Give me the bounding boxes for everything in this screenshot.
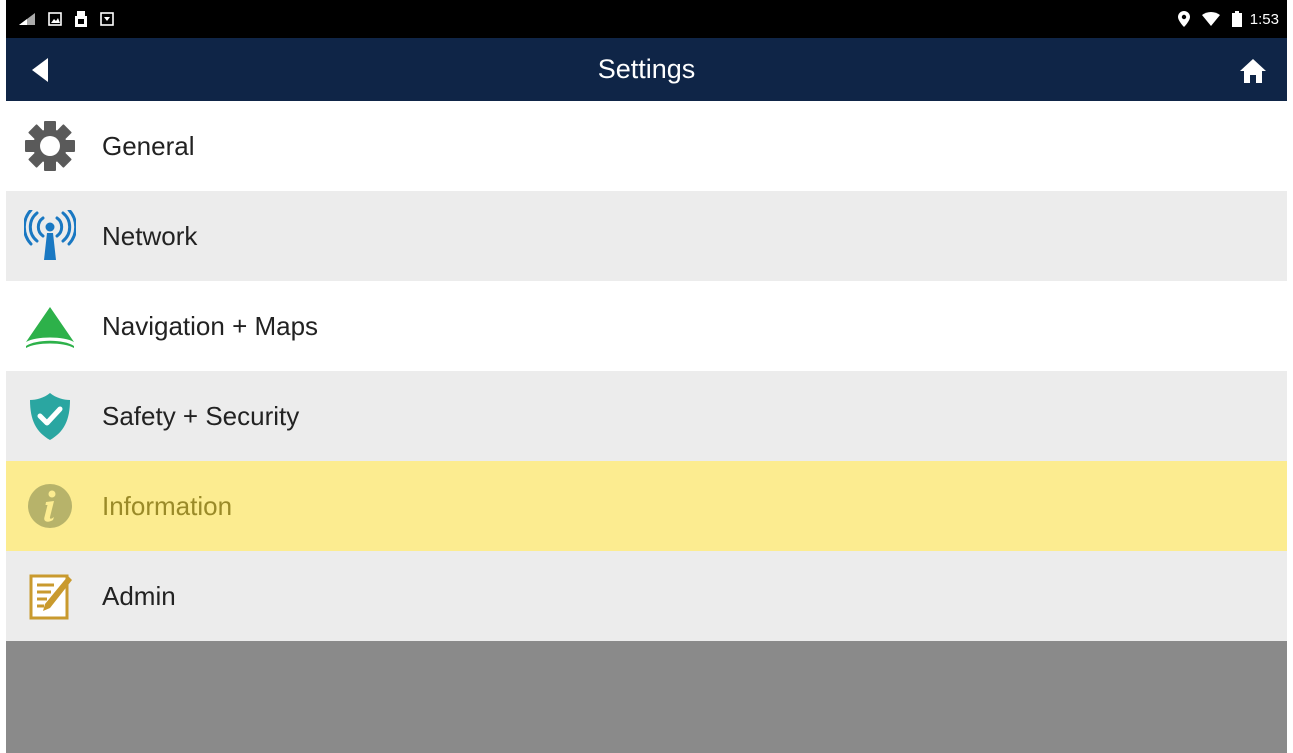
status-bar: 1:53	[6, 0, 1287, 38]
image-icon	[48, 12, 62, 26]
antenna-icon	[22, 208, 78, 264]
info-icon	[22, 478, 78, 534]
settings-item-label: Admin	[102, 580, 176, 611]
back-arrow-icon[interactable]	[26, 56, 56, 84]
settings-item-network[interactable]: Network	[6, 191, 1287, 281]
usb-icon	[74, 11, 88, 27]
download-icon	[100, 12, 114, 26]
status-left-icons	[18, 11, 114, 27]
app-bar: Settings	[6, 38, 1287, 101]
settings-item-label: Safety + Security	[102, 400, 300, 431]
location-icon	[1177, 11, 1190, 27]
settings-item-label: Network	[102, 220, 198, 251]
settings-item-safety[interactable]: Safety + Security	[6, 371, 1287, 461]
status-time: 1:53	[1249, 10, 1279, 28]
shield-check-icon	[22, 388, 78, 444]
settings-item-information[interactable]: Information	[6, 461, 1287, 551]
battery-icon	[1231, 11, 1242, 27]
settings-item-admin[interactable]: Admin	[6, 551, 1287, 641]
home-icon[interactable]	[1239, 58, 1267, 84]
settings-item-general[interactable]: General	[6, 101, 1287, 191]
gear-icon	[22, 118, 78, 174]
settings-item-label: Information	[102, 490, 233, 521]
settings-list: General Network Navigation + Maps Safety…	[6, 101, 1287, 641]
settings-screen: 1:53 Settings General Network Navigation…	[6, 0, 1287, 753]
navigation-icon	[22, 298, 78, 354]
cast-icon	[18, 12, 36, 26]
page-title: Settings	[597, 54, 696, 84]
status-right-icons: 1:53	[1177, 10, 1279, 28]
settings-item-label: Navigation + Maps	[102, 310, 319, 341]
edit-document-icon	[22, 568, 78, 624]
settings-item-label: General	[102, 130, 195, 161]
settings-item-navigation[interactable]: Navigation + Maps	[6, 281, 1287, 371]
wifi-icon	[1201, 12, 1220, 26]
